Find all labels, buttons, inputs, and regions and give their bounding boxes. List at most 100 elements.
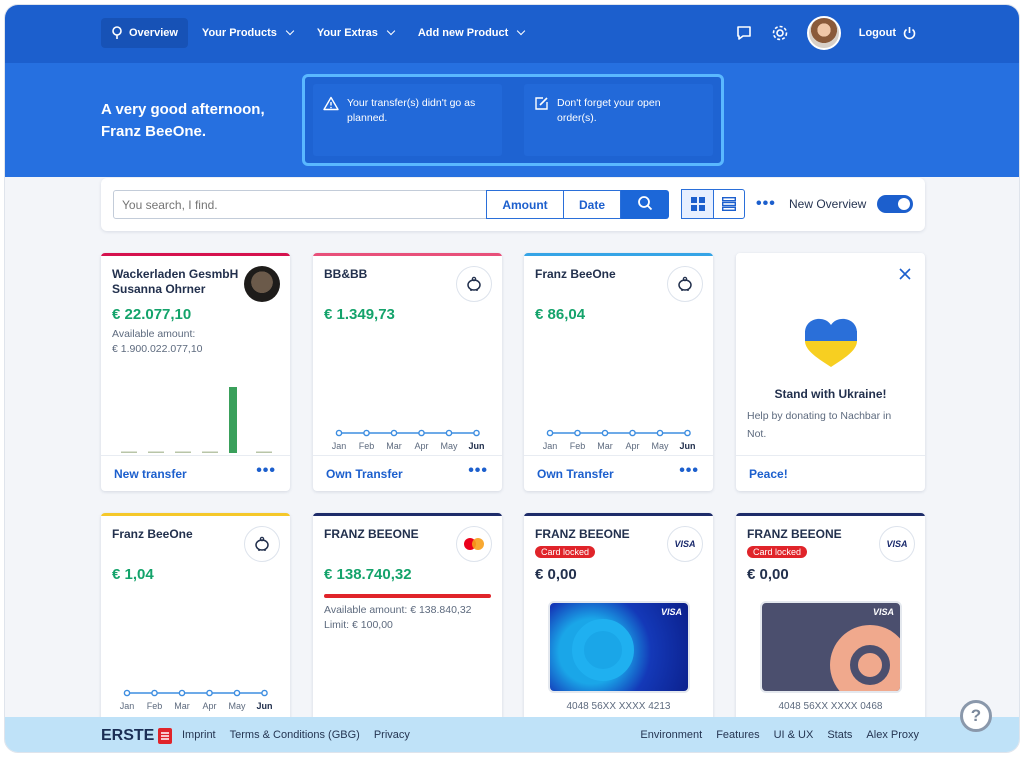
- timeline-point: [335, 429, 343, 437]
- nav-your-products[interactable]: Your Products: [192, 18, 303, 48]
- nav-overview[interactable]: Overview: [101, 18, 188, 48]
- power-icon: [903, 26, 916, 39]
- debit-card-4213[interactable]: FRANZ BEEONE Card locked VISA € 0,00 VIS…: [524, 513, 713, 723]
- footer-link-privacy[interactable]: Privacy: [374, 729, 410, 741]
- visa-badge: VISA: [879, 526, 915, 562]
- footer-link-imprint[interactable]: Imprint: [182, 729, 216, 741]
- piggy-bank-icon: [467, 276, 481, 291]
- close-icon[interactable]: [899, 268, 911, 280]
- timeline-month-label: Mar: [597, 441, 613, 451]
- search-icon: [638, 196, 653, 211]
- card-locked-badge: Card locked: [747, 546, 808, 558]
- card-balance: € 1,04: [112, 566, 154, 583]
- filter-date-button[interactable]: Date: [563, 190, 621, 219]
- timeline-point: [261, 689, 268, 697]
- erste-s-icon: [158, 728, 173, 744]
- page-footer: ERSTE Imprint Terms & Conditions (GBG) P…: [5, 717, 1019, 752]
- search-button[interactable]: [621, 190, 669, 219]
- savings-badge: [667, 266, 703, 302]
- ukraine-desc-line-1: Help by donating to Nachbar in: [747, 410, 892, 422]
- user-avatar[interactable]: [806, 16, 841, 50]
- new-overview-switch[interactable]: [877, 195, 913, 213]
- list-view-button[interactable]: [713, 190, 744, 218]
- hero-banner: A very good afternoon, Franz BeeOne. You…: [5, 63, 1019, 177]
- timeline-point: [390, 429, 398, 437]
- card-more-button[interactable]: •••: [256, 462, 276, 480]
- card-title: FRANZ BEEONE: [324, 527, 419, 541]
- card-art-ring: [572, 619, 634, 681]
- new-transfer-link[interactable]: New transfer: [114, 467, 187, 481]
- help-button[interactable]: ?: [960, 700, 992, 732]
- account-card-franz-savings[interactable]: Franz BeeOne € 86,04 Jan Feb Mar Apr May Jun …: [524, 253, 713, 491]
- nav-your-extras[interactable]: Your Extras: [307, 18, 404, 48]
- timeline-point: [178, 689, 186, 697]
- chevron-down-icon: [517, 26, 526, 36]
- header-tools: Logout: [735, 15, 917, 51]
- ukraine-title: Stand with Ukraine!: [774, 387, 887, 401]
- card-more-button[interactable]: •••: [468, 462, 488, 480]
- card-number: 4048 56XX XXXX 0468: [778, 701, 883, 712]
- footer-links-right: Environment Features UI & UX Stats Alex …: [640, 729, 919, 741]
- timeline-point: [363, 429, 370, 437]
- card-stripe: [313, 513, 502, 516]
- card-title: Franz BeeOne: [535, 267, 616, 281]
- chat-icon[interactable]: [735, 24, 753, 42]
- timeline-month-label: Jun: [256, 701, 272, 711]
- month-timeline: Jan Feb Mar Apr May Jun: [120, 689, 273, 711]
- more-options-button[interactable]: •••: [756, 195, 776, 213]
- credit-card-mastercard[interactable]: FRANZ BEEONE € 138.740,32 Available amou…: [313, 513, 502, 723]
- own-transfer-link[interactable]: Own Transfer: [326, 467, 403, 481]
- nav-add-new-product[interactable]: Add new Product: [408, 18, 534, 48]
- balance-bar: [202, 451, 218, 453]
- timeline-point: [601, 429, 609, 437]
- account-card-franz-savings-2[interactable]: Franz BeeOne € 1,04 Jan Feb Mar Apr May Jun: [101, 513, 290, 723]
- account-card-bbbb[interactable]: BB&BB € 1.349,73 Jan Feb Mar Apr May Jun Own …: [313, 253, 502, 491]
- balance-bar-chart: [121, 387, 272, 453]
- card-footer: Own Transfer •••: [313, 455, 502, 491]
- filter-amount-button[interactable]: Amount: [486, 190, 564, 219]
- grid-view-button[interactable]: [681, 189, 714, 219]
- footer-link-features[interactable]: Features: [716, 729, 759, 741]
- own-transfer-link[interactable]: Own Transfer: [537, 467, 614, 481]
- ukraine-donation-card[interactable]: Stand with Ukraine! Help by donating to …: [736, 253, 925, 491]
- savings-badge: [244, 526, 280, 562]
- card-stripe: [736, 513, 925, 516]
- card-stripe: [101, 513, 290, 516]
- top-navigation: Overview Your Products Your Extras Add n…: [5, 5, 1019, 63]
- notice-2-text: Don't forget your open order(s).: [557, 97, 661, 124]
- footer-link-environment[interactable]: Environment: [640, 729, 702, 741]
- account-card-wackerladen[interactable]: Wackerladen GesmbH Susanna Ohrner € 22.0…: [101, 253, 290, 491]
- notice-open-orders[interactable]: Don't forget your open order(s).: [524, 84, 713, 156]
- card-balance: € 138.740,32: [324, 566, 412, 583]
- logout-button[interactable]: Logout: [859, 26, 917, 41]
- visa-logo: VISA: [660, 607, 682, 617]
- search-input[interactable]: [113, 190, 487, 219]
- notice-failed-transfers[interactable]: Your transfer(s) didn't go as planned.: [313, 84, 502, 156]
- footer-link-stats[interactable]: Stats: [827, 729, 852, 741]
- card-title: Franz BeeOne: [112, 527, 193, 541]
- peace-link[interactable]: Peace!: [749, 467, 788, 481]
- card-more-button[interactable]: •••: [679, 462, 699, 480]
- card-image: VISA: [548, 601, 690, 693]
- footer-link-terms[interactable]: Terms & Conditions (GBG): [230, 729, 360, 741]
- edit-icon: [535, 97, 548, 110]
- card-limits: Available amount: € 138.840,32 Limit: € …: [324, 603, 472, 633]
- ukraine-description: Help by donating to Nachbar in Not.: [747, 407, 891, 443]
- footer-link-ui-ux[interactable]: UI & UX: [774, 729, 814, 741]
- balance-bar: [148, 451, 164, 453]
- gear-icon[interactable]: [771, 24, 789, 42]
- timeline-month-label: Mar: [386, 441, 402, 451]
- greeting-line-2: Franz BeeOne.: [101, 123, 207, 140]
- list-icon: [721, 197, 736, 211]
- grid-icon: [690, 197, 705, 211]
- card-title: BB&BB: [324, 267, 368, 281]
- card-balance: € 1.349,73: [324, 306, 395, 323]
- timeline-month-label: Jun: [679, 441, 695, 451]
- timeline-point: [123, 689, 131, 697]
- card-title: FRANZ BEEONE: [535, 527, 630, 541]
- erste-logo[interactable]: ERSTE: [101, 727, 173, 745]
- footer-link-alex-proxy[interactable]: Alex Proxy: [866, 729, 919, 741]
- timeline-point: [546, 429, 554, 437]
- card-footer: New transfer •••: [101, 455, 290, 491]
- debit-card-0468[interactable]: FRANZ BEEONE Card locked VISA € 0,00 VIS…: [736, 513, 925, 723]
